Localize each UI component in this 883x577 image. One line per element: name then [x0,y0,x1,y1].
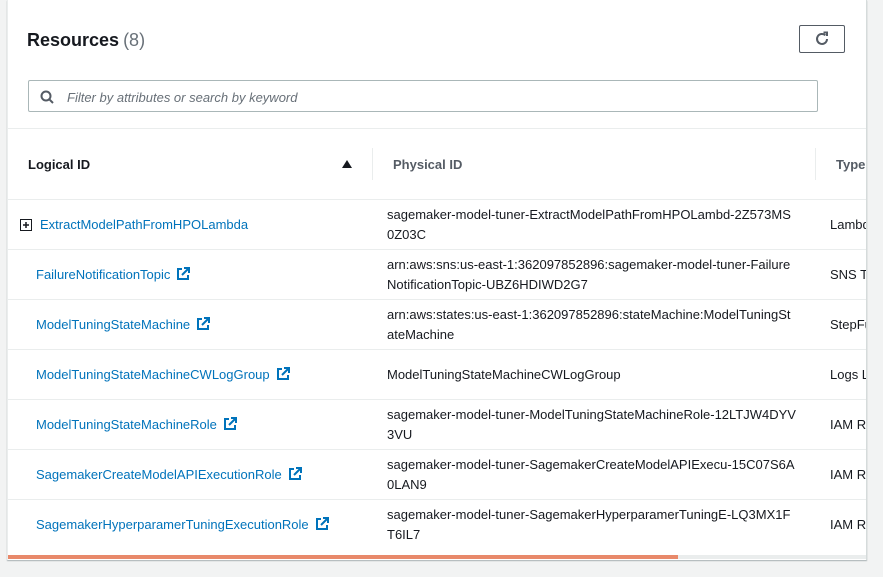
external-link-icon[interactable] [196,316,211,331]
logical-id-link[interactable]: FailureNotificationTopic [36,267,170,282]
search-input[interactable] [65,82,809,112]
type-cell: SNS Topic [816,249,866,300]
logical-id-cell: ModelTuningStateMachineRole [8,399,373,450]
type-cell: Logs LogGroup [816,349,866,400]
external-link-icon[interactable] [315,516,329,531]
table-row: FailureNotificationTopic arn:aws:sns:us-… [8,249,866,300]
logical-id-cell: ModelTuningStateMachineCWLogGroup [8,349,373,400]
type-cell: IAM Role [816,449,866,500]
physical-id-cell: ModelTuningStateMachineCWLogGroup [373,349,816,400]
logical-id-link[interactable]: ModelTuningStateMachineRole [36,417,217,432]
column-header-logical-id[interactable]: Logical ID [8,129,373,200]
resources-title: Resources [27,30,120,50]
search-icon [40,90,54,104]
resources-panel: Resources(8) Logical ID [7,0,867,560]
table-row: SagemakerHyperparamerTuningExecutionRole… [8,499,866,549]
search-box [28,80,818,112]
expand-icon[interactable] [20,218,32,231]
logical-id-link[interactable]: ExtractModelPathFromHPOLambda [40,217,248,232]
refresh-button[interactable] [799,25,845,53]
external-link-icon[interactable] [176,266,191,281]
logical-id-link[interactable]: ModelTuningStateMachine [36,317,190,332]
type-cell: Lambda Function [816,199,866,250]
table-row: ExtractModelPathFromHPOLambda sagemaker-… [8,199,866,250]
sort-ascending-icon[interactable] [341,159,353,169]
external-link-icon[interactable] [223,416,237,431]
resources-count: (8) [123,30,146,50]
refresh-icon [816,31,828,45]
physical-id-cell: sagemaker-model-tuner-ExtractModelPathFr… [373,199,816,250]
logical-id-cell: ExtractModelPathFromHPOLambda [8,199,373,250]
column-label-type: Type [836,156,866,172]
type-cell: IAM Role [816,399,866,450]
column-label-physical-id: Physical ID [393,156,463,172]
physical-id-cell: arn:aws:sns:us-east-1:362097852896:sagem… [373,249,816,300]
table-row: ModelTuningStateMachineRole sagemaker-mo… [8,399,866,450]
logical-id-cell: SagemakerHyperparamerTuningExecutionRole [8,499,373,549]
logical-id-cell: FailureNotificationTopic [8,249,373,300]
scrollbar-thumb[interactable] [8,555,678,559]
column-header-type[interactable]: Type [816,129,866,200]
external-link-icon[interactable] [276,366,290,381]
logical-id-link[interactable]: SagemakerCreateModelAPIExecutionRole [36,467,282,482]
column-header-physical-id[interactable]: Physical ID [373,129,816,200]
physical-id-cell: arn:aws:states:us-east-1:362097852896:st… [373,299,816,350]
column-label-logical-id: Logical ID [28,156,91,172]
resources-table: Logical ID Physical ID Type ExtractModel… [8,128,866,549]
type-cell: StepFunctions StateMachine [816,299,866,350]
logical-id-link[interactable]: ModelTuningStateMachineCWLogGroup [36,367,270,382]
external-link-icon[interactable] [288,466,302,481]
horizontal-scrollbar[interactable] [8,555,866,559]
logical-id-cell: SagemakerCreateModelAPIExecutionRole [8,449,373,500]
logical-id-link[interactable]: SagemakerHyperparamerTuningExecutionRole [36,517,309,532]
physical-id-cell: sagemaker-model-tuner-ModelTuningStateMa… [373,399,816,450]
page-title: Resources (8) [27,30,145,51]
type-cell: IAM Role [816,499,866,549]
physical-id-cell: sagemaker-model-tuner-SagemakerHyperpara… [373,499,816,549]
physical-id-cell: sagemaker-model-tuner-SagemakerCreateMod… [373,449,816,500]
table-row: ModelTuningStateMachineCWLogGroup ModelT… [8,349,866,400]
table-row: SagemakerCreateModelAPIExecutionRole sag… [8,449,866,500]
table-row: ModelTuningStateMachine arn:aws:states:u… [8,299,866,350]
logical-id-cell: ModelTuningStateMachine [8,299,373,350]
